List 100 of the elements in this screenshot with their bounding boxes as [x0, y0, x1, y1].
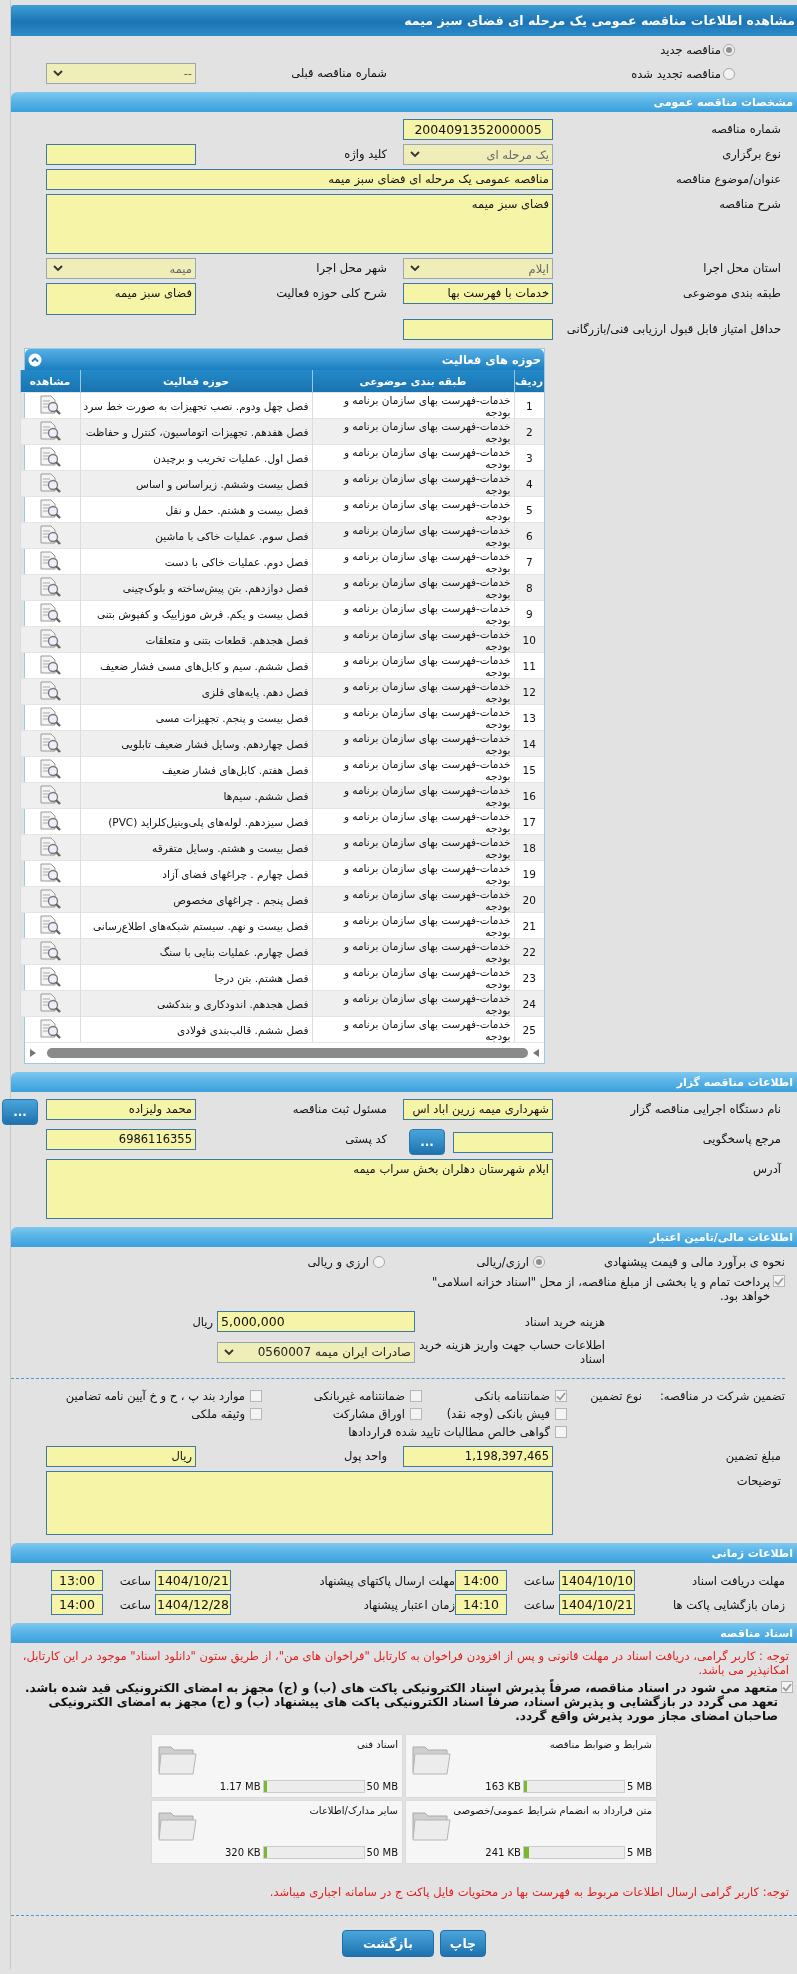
text-field[interactable]: فضای سبز میمه	[46, 283, 196, 315]
size-limit: 50 MB	[366, 1781, 398, 1792]
magnifier-document-icon[interactable]	[38, 627, 62, 650]
radio-button[interactable]	[533, 1256, 545, 1268]
magnifier-document-icon[interactable]	[38, 445, 62, 468]
checkbox[interactable]	[410, 1408, 422, 1420]
magnifier-document-icon[interactable]	[38, 419, 62, 442]
table-cell: خدمات-فهرست بهای سازمان برنامه و بودجه	[343, 1017, 511, 1042]
magnifier-document-icon[interactable]	[38, 809, 62, 832]
text-area[interactable]: فضای سبز میمه	[46, 194, 553, 254]
dropdown[interactable]: صادرات ایران میمه 0560007	[217, 1341, 415, 1363]
magnifier-document-icon[interactable]	[38, 549, 62, 572]
field-label: زمان بازگشایی پاکت ها	[672, 1597, 785, 1612]
browse-button[interactable]: ...	[409, 1129, 445, 1155]
table-cell: خدمات-فهرست بهای سازمان برنامه و بودجه	[343, 705, 511, 730]
collapse-icon[interactable]	[28, 352, 42, 367]
checkbox-label: ضمانتنامه غیربانکی	[313, 1389, 405, 1403]
dropdown[interactable]: یک مرحله ای	[403, 144, 553, 165]
field-label: هزینه خرید اسناد	[523, 1314, 605, 1329]
checkbox[interactable]	[773, 1275, 785, 1287]
field-label: واحد پول	[342, 1448, 388, 1463]
text-field[interactable]: ریال	[46, 1446, 196, 1467]
file-size: 320 KB	[224, 1847, 261, 1858]
magnifier-document-icon[interactable]	[38, 991, 62, 1014]
checkbox[interactable]	[555, 1390, 567, 1402]
table-cell: خدمات-فهرست بهای سازمان برنامه و بودجه	[343, 393, 511, 418]
date-field[interactable]: 1404/10/10	[559, 1570, 635, 1591]
magnifier-document-icon[interactable]	[38, 679, 62, 702]
magnifier-document-icon[interactable]	[38, 653, 62, 676]
date-field[interactable]: 1404/10/21	[559, 1594, 635, 1615]
text-field[interactable]: 1,198,397,465	[403, 1446, 553, 1467]
print-button[interactable]: چاپ	[440, 1930, 486, 1957]
text-field[interactable]	[453, 1131, 553, 1153]
checkbox[interactable]	[781, 1681, 793, 1693]
table-cell: فصل بیست وششم. زیراساس و اساس	[136, 477, 309, 490]
magnifier-document-icon[interactable]	[38, 601, 62, 624]
time-field[interactable]: 13:00	[51, 1570, 103, 1591]
unit-label: ریال	[191, 1314, 214, 1329]
radio-button[interactable]	[373, 1256, 385, 1268]
text-field[interactable]: 5,000,000	[217, 1311, 415, 1332]
file-title: شرایط و ضوابط مناقصه	[548, 1739, 652, 1750]
text-field[interactable]: شهرداری میمه زرین اباد اس	[403, 1099, 553, 1120]
text-field[interactable]: 6986116355	[46, 1129, 196, 1150]
checkbox-label: ضمانتنامه بانکی	[474, 1389, 550, 1403]
magnifier-document-icon[interactable]	[38, 575, 62, 598]
text-field[interactable]	[46, 144, 196, 165]
text-field[interactable]	[403, 319, 553, 340]
section-header: اطلاعات مناقصه گزار	[11, 1072, 797, 1092]
field-label: نام دستگاه اجرایی مناقصه گزار	[629, 1101, 782, 1116]
dropdown[interactable]: --	[46, 63, 196, 84]
dropdown[interactable]: ایلام	[403, 258, 553, 279]
table-cell: فصل دوم. عملیات خاکی با دست	[164, 555, 309, 568]
checkbox[interactable]	[555, 1408, 567, 1420]
time-field[interactable]: 14:00	[455, 1570, 507, 1591]
magnifier-document-icon[interactable]	[38, 497, 62, 520]
back-button[interactable]: بازگشت	[342, 1930, 434, 1957]
magnifier-document-icon[interactable]	[38, 913, 62, 936]
date-field[interactable]: 1404/12/28	[155, 1594, 231, 1615]
text-field[interactable]: خدمات با فهرست بها	[403, 283, 553, 304]
browse-button[interactable]: ...	[2, 1099, 38, 1125]
table-cell: فصل بیست و نهم. سیستم شبکه‌های اطلاع‌رسانی	[93, 919, 309, 932]
table-cell: خدمات-فهرست بهای سازمان برنامه و بودجه	[343, 445, 511, 470]
magnifier-document-icon[interactable]	[38, 705, 62, 728]
magnifier-document-icon[interactable]	[38, 757, 62, 780]
magnifier-document-icon[interactable]	[38, 939, 62, 962]
dropdown[interactable]: میمه	[46, 258, 196, 279]
magnifier-document-icon[interactable]	[38, 887, 62, 910]
time-field[interactable]: 14:10	[455, 1594, 507, 1615]
table-cell: 2	[525, 425, 533, 438]
table-cell: فصل دوازدهم. بتن پیش‌ساخته و بلوک‌چینی	[122, 581, 309, 594]
magnifier-document-icon[interactable]	[38, 1017, 62, 1040]
size-limit: 5 MB	[626, 1781, 652, 1792]
magnifier-document-icon[interactable]	[38, 393, 62, 416]
time-field[interactable]: 14:00	[51, 1594, 103, 1615]
magnifier-document-icon[interactable]	[38, 861, 62, 884]
text-field[interactable]: محمد ولیزاده	[46, 1099, 196, 1120]
field-label: شرح کلی حوزه فعالیت	[275, 285, 388, 300]
table-cell: خدمات-فهرست بهای سازمان برنامه و بودجه	[343, 731, 511, 756]
checkbox[interactable]	[555, 1426, 567, 1438]
radio-button[interactable]	[723, 67, 735, 80]
magnifier-document-icon[interactable]	[38, 471, 62, 494]
magnifier-document-icon[interactable]	[38, 835, 62, 858]
date-field[interactable]: 1404/10/21	[155, 1570, 231, 1591]
table-cell: 18	[522, 841, 536, 854]
checkbox[interactable]	[410, 1390, 422, 1402]
magnifier-document-icon[interactable]	[38, 783, 62, 806]
text-field[interactable]: 2004091352000005	[403, 119, 553, 140]
text-area[interactable]	[46, 1471, 553, 1535]
caret-icon	[53, 70, 63, 77]
text-field[interactable]: مناقصه عمومی یک مرحله ای فضای سبز میمه	[46, 169, 553, 190]
radio-button[interactable]	[723, 44, 735, 56]
magnifier-document-icon[interactable]	[38, 731, 62, 754]
table-cell: خدمات-فهرست بهای سازمان برنامه و بودجه	[343, 419, 511, 444]
checkbox[interactable]	[250, 1390, 262, 1402]
text-area[interactable]: ایلام شهرستان دهلران بخش سراب میمه	[46, 1159, 553, 1219]
field-label: شهر محل اجرا	[315, 260, 388, 275]
table-cell: 19	[522, 867, 536, 880]
magnifier-document-icon[interactable]	[38, 523, 62, 546]
magnifier-document-icon[interactable]	[38, 965, 62, 988]
checkbox[interactable]	[250, 1408, 262, 1420]
